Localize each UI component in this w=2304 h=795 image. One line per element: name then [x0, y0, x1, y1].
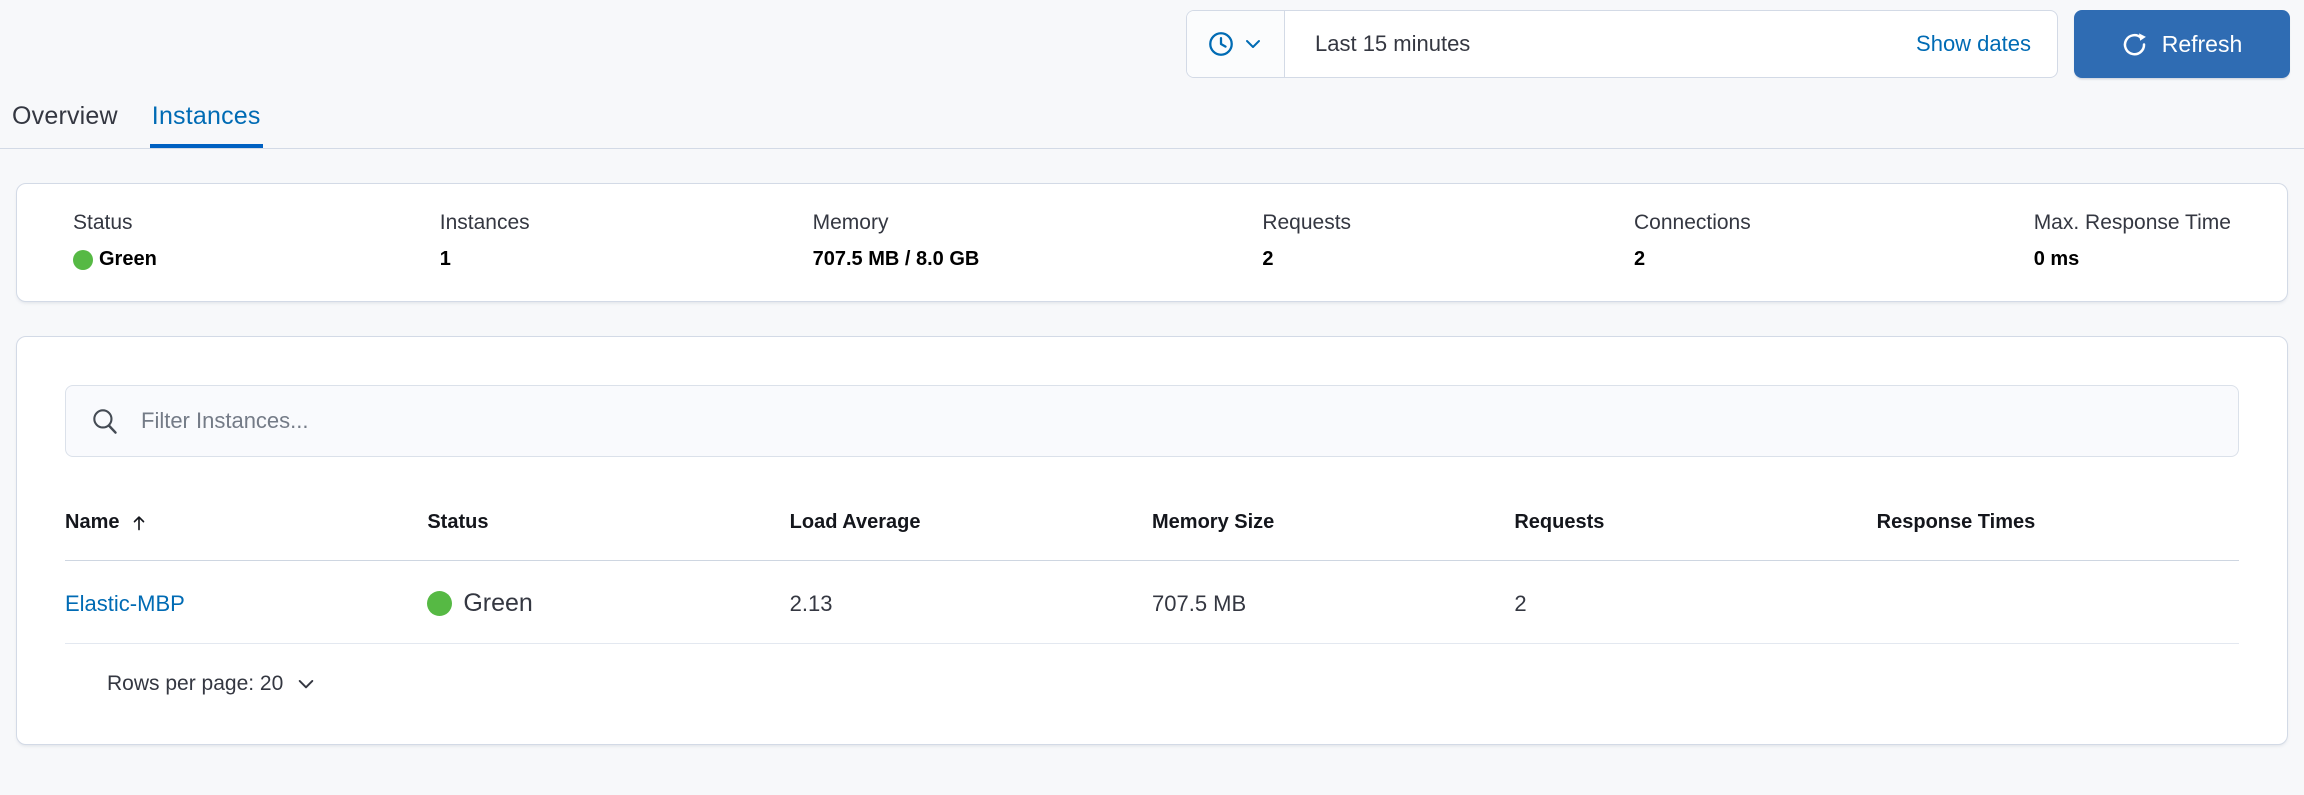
- stat-label: Memory: [812, 211, 889, 234]
- chevron-down-icon: [295, 673, 317, 695]
- requests-value: 2: [1514, 590, 1527, 616]
- show-dates-link[interactable]: Show dates: [1916, 31, 2057, 57]
- rows-per-page-control[interactable]: Rows per page: 20: [65, 672, 2239, 696]
- instance-status-text: Green: [463, 589, 533, 617]
- stat-label: Status: [73, 211, 133, 234]
- instance-name-link[interactable]: Elastic-MBP: [65, 591, 185, 616]
- stat-label: Max. Response Time: [2033, 211, 2231, 234]
- stat-status: Status Green: [73, 211, 157, 271]
- stat-value: 2: [1633, 248, 1646, 270]
- tab-instances[interactable]: Instances: [150, 88, 263, 148]
- instance-status-cell: Green: [427, 589, 789, 618]
- stat-value: Green: [99, 248, 157, 270]
- stat-label: Instances: [439, 211, 530, 234]
- search-icon: [91, 407, 119, 435]
- load-average-value: 2.13: [789, 590, 833, 616]
- clock-icon: [1208, 31, 1234, 57]
- quick-select-button[interactable]: [1187, 11, 1285, 77]
- stat-max-response-time: Max. Response Time 0 ms: [2034, 211, 2231, 271]
- time-controls-bar: Last 15 minutes Show dates Refresh: [0, 0, 2304, 88]
- rows-per-page-label: Rows per page: 20: [107, 672, 284, 695]
- chevron-down-icon: [1243, 34, 1263, 54]
- stat-value: 0 ms: [2033, 248, 2080, 270]
- filter-instances-search[interactable]: [65, 385, 2239, 457]
- tabs-bar: Overview Instances: [0, 88, 2304, 149]
- stat-memory: Memory 707.5 MB / 8.0 GB: [813, 211, 980, 271]
- table-header-row: Name Status Load Average Memory Size Req…: [65, 503, 2239, 561]
- refresh-button[interactable]: Refresh: [2074, 10, 2290, 78]
- health-status-dot: [73, 249, 93, 270]
- stat-label: Requests: [1262, 211, 1352, 234]
- health-status-dot: [427, 591, 453, 616]
- memory-size-value: 707.5 MB: [1152, 590, 1247, 616]
- stat-value: 707.5 MB / 8.0 GB: [812, 248, 980, 270]
- table-row: Elastic-MBP Green 2.13 707.5 MB 2: [65, 561, 2239, 644]
- column-header-requests[interactable]: Requests: [1514, 511, 1876, 534]
- kibana-monitoring-instances-page: Last 15 minutes Show dates Refresh Overv…: [0, 0, 2304, 795]
- column-header-label: Name: [65, 511, 120, 533]
- instances-panel: Name Status Load Average Memory Size Req…: [16, 336, 2288, 745]
- summary-status-bar: Status Green Instances 1 Memory 707.5 MB…: [16, 183, 2288, 302]
- column-header-memory-size[interactable]: Memory Size: [1152, 511, 1514, 534]
- stat-value: 2: [1262, 248, 1274, 270]
- stat-requests: Requests 2: [1262, 211, 1351, 271]
- selected-time-range[interactable]: Last 15 minutes: [1285, 31, 1916, 57]
- sort-ascending-arrow-icon: [129, 513, 149, 533]
- column-header-response-times[interactable]: Response Times: [1877, 511, 2239, 534]
- stat-instances: Instances 1: [440, 211, 530, 271]
- refresh-icon: [2122, 32, 2147, 57]
- column-header-name[interactable]: Name: [65, 511, 427, 534]
- stat-label: Connections: [1633, 211, 1751, 234]
- stat-value: 1: [439, 248, 451, 270]
- refresh-button-label: Refresh: [2161, 30, 2243, 57]
- tab-overview[interactable]: Overview: [10, 88, 120, 148]
- stat-connections: Connections 2: [1634, 211, 1751, 271]
- column-header-load-average[interactable]: Load Average: [790, 511, 1152, 534]
- filter-instances-input[interactable]: [141, 408, 2213, 434]
- column-header-status[interactable]: Status: [427, 511, 789, 534]
- super-date-picker: Last 15 minutes Show dates: [1186, 10, 2058, 78]
